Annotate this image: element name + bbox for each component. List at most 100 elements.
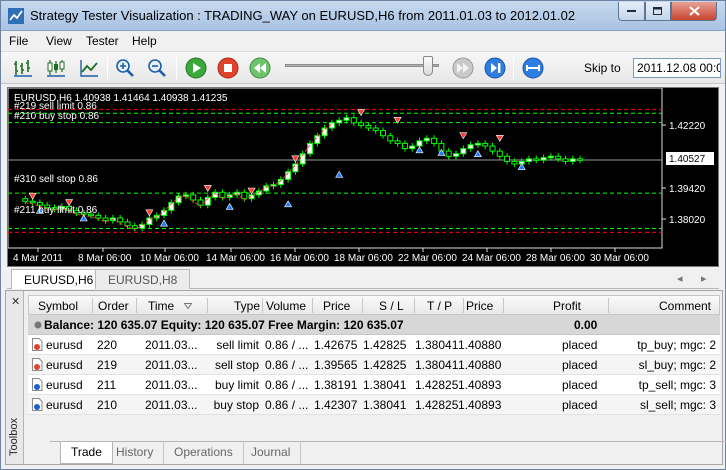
trade-arrows <box>28 109 526 227</box>
tab-eurusd-h6[interactable]: EURUSD,H6 <box>11 269 107 289</box>
sell-arrow-icon <box>495 134 504 142</box>
menu-tester[interactable]: Tester <box>86 34 119 48</box>
zoom-out-icon <box>148 59 166 77</box>
summary-bullet-icon <box>34 321 42 329</box>
table-cell-volume: 0.86 / ... <box>265 338 309 352</box>
toolbar-separator <box>176 57 177 79</box>
column-sl[interactable]: S / L <box>379 299 404 313</box>
table-cell-time: 2011.03... <box>145 338 198 352</box>
skip-to-icon <box>522 57 544 79</box>
trade-table: Symbol Order Time Type Volume Price S / … <box>28 295 726 464</box>
table-cell-sl: 1.42825 <box>363 358 407 372</box>
table-cell-tp: 1.42825 <box>415 378 459 392</box>
minimize-icon <box>626 10 636 12</box>
time-tick-label: 16 Mar 06:00 <box>270 253 329 264</box>
column-type[interactable]: Type <box>234 299 260 313</box>
window-title: Strategy Tester Visualization : TRADING_… <box>30 8 576 23</box>
toolbox-close-icon[interactable]: ✕ <box>11 295 20 308</box>
column-price[interactable]: Price <box>323 299 350 313</box>
column-comment[interactable]: Comment <box>659 299 711 313</box>
column-tp[interactable]: T / P <box>427 299 452 313</box>
candle <box>577 158 584 161</box>
candle <box>555 155 562 160</box>
menu-file[interactable]: File <box>9 34 28 48</box>
column-volume[interactable]: Volume <box>266 299 306 313</box>
minimize-button[interactable] <box>618 2 645 21</box>
maximize-button[interactable] <box>645 2 671 21</box>
tab-trade[interactable]: Trade <box>60 442 113 464</box>
time-axis: 4 Mar 2011 8 Mar 06:00 10 Mar 06:00 14 Mar … <box>13 248 649 264</box>
fast-forward-button[interactable] <box>451 56 475 80</box>
candle <box>489 145 496 152</box>
table-row[interactable]: eurusd 220 2011.03... sell limit 0.86 / ... 1… <box>28 335 720 355</box>
tabs-scroll-right-icon[interactable]: ▸ <box>701 272 707 285</box>
table-cell-time: 2011.03... <box>145 358 198 372</box>
line-chart-button[interactable] <box>77 56 101 80</box>
table-row[interactable]: eurusd 219 2011.03... sell stop 0.86 / ... 1.… <box>28 355 720 375</box>
tab-history[interactable]: History <box>106 442 165 464</box>
column-symbol[interactable]: Symbol <box>38 299 78 313</box>
skip-to-date-input[interactable] <box>633 58 721 78</box>
table-cell-symbol: eurusd <box>46 378 83 392</box>
balance-summary-row[interactable]: Balance: 120 635.07 Equity: 120 635.07 F… <box>28 315 720 335</box>
sell-order-icon <box>32 338 43 351</box>
buy-arrow-icon <box>284 200 293 208</box>
table-cell-symbol: eurusd <box>46 338 83 352</box>
table-cell-type: sell stop <box>214 358 259 372</box>
column-order[interactable]: Order <box>98 299 129 313</box>
order-label-211: #211 buy limit 0.86 <box>14 205 98 216</box>
buy-arrow-icon <box>335 170 344 178</box>
play-button[interactable] <box>184 56 208 80</box>
table-cell-profit: placed <box>562 378 598 392</box>
price-chart[interactable]: 1.42220 1.39420 1.38020 4 Mar 2011 8 Mar 06… <box>7 87 719 267</box>
speed-slider-thumb[interactable] <box>423 56 434 76</box>
stop-button[interactable] <box>216 56 240 80</box>
sell-arrow-icon <box>145 209 154 217</box>
table-row[interactable]: eurusd 211 2011.03... buy limit 0.86 / ... 1.… <box>28 375 720 395</box>
candle <box>569 158 576 162</box>
column-current-price[interactable]: Price <box>466 299 493 313</box>
buy-arrow-icon <box>159 219 169 227</box>
candle <box>547 155 554 159</box>
candle <box>474 142 481 146</box>
candle <box>482 142 489 147</box>
table-cell-type: buy stop <box>213 398 259 412</box>
chart-canvas[interactable]: 1.42220 1.39420 1.38020 4 Mar 2011 8 Mar 06… <box>7 87 718 266</box>
candle <box>358 122 365 126</box>
tab-eurusd-h8[interactable]: EURUSD,H8 <box>95 269 191 289</box>
table-row[interactable]: eurusd 210 2011.03... buy stop 0.86 / ... 1.4… <box>28 395 720 415</box>
candle <box>380 130 386 137</box>
fast-forward-icon <box>452 57 474 79</box>
table-cell-volume: 0.86 / ... <box>265 398 309 412</box>
skip-button[interactable] <box>521 56 545 80</box>
table-cell-comment: tp_buy; mgc: 2 <box>637 338 716 352</box>
table-cell-tp: 1.38041 <box>415 338 459 352</box>
tabs-scroll-left-icon[interactable]: ◂ <box>677 272 683 285</box>
rewind-button[interactable] <box>248 56 272 80</box>
zoom-in-button[interactable] <box>113 56 137 80</box>
candle <box>343 117 350 121</box>
zoom-out-button[interactable] <box>145 56 169 80</box>
tab-operations[interactable]: Operations <box>164 442 244 464</box>
speed-slider-track[interactable] <box>285 64 439 67</box>
step-forward-button[interactable] <box>483 56 507 80</box>
menu-view[interactable]: View <box>46 34 72 48</box>
column-time[interactable]: Time <box>148 299 174 313</box>
menu-help[interactable]: Help <box>132 34 157 48</box>
summary-profit: 0.00 <box>574 318 598 332</box>
table-cell-tp: 1.38041 <box>415 358 459 372</box>
close-button[interactable] <box>671 2 717 21</box>
candlestick-button[interactable] <box>44 56 68 80</box>
bar-chart-button[interactable] <box>11 56 35 80</box>
candle <box>540 157 547 161</box>
candle <box>241 191 248 200</box>
tab-journal[interactable]: Journal <box>241 442 302 464</box>
sell-order-icon <box>32 358 43 371</box>
menu-bar: File View Tester Help <box>1 31 725 51</box>
table-cell-volume: 0.86 / ... <box>265 378 309 392</box>
balance-summary: Balance: 120 635.07 Equity: 120 635.07 F… <box>44 318 404 332</box>
column-profit[interactable]: Profit <box>553 299 581 313</box>
order-label-210: #210 buy stop 0.86 <box>14 111 100 122</box>
app-icon <box>8 8 24 24</box>
table-cell-order: 211 <box>97 378 117 392</box>
